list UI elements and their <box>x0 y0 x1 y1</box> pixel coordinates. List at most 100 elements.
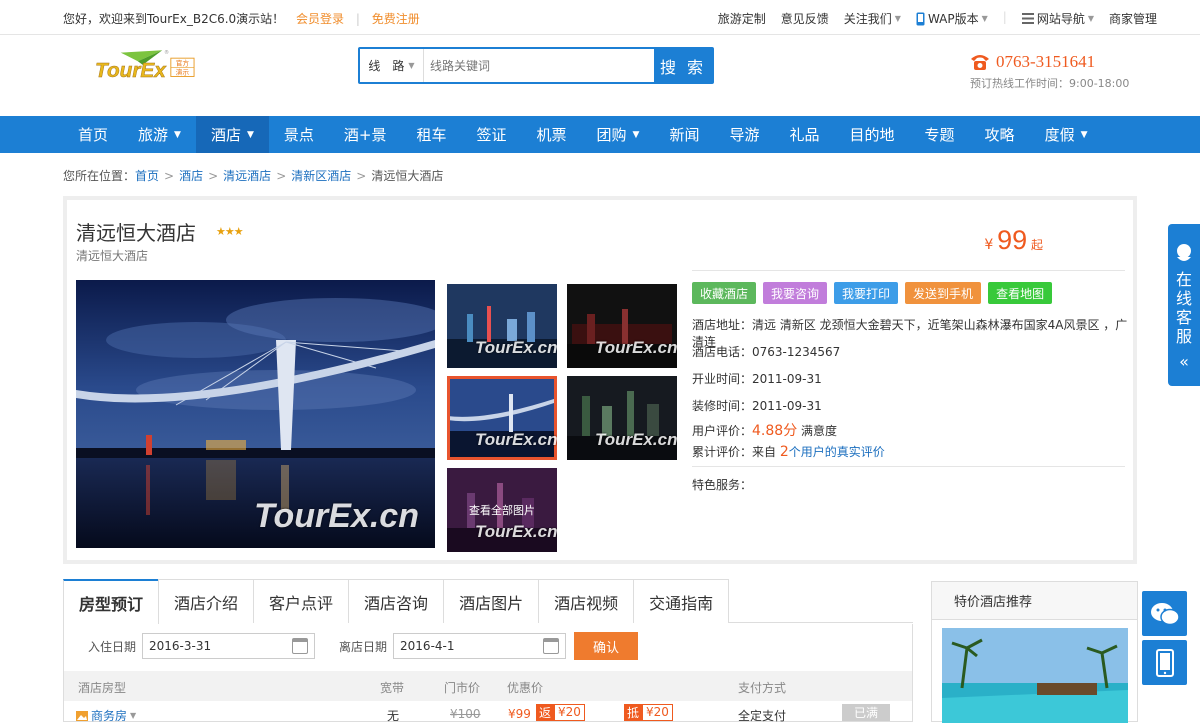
tab[interactable]: 酒店介绍 <box>158 579 255 623</box>
svg-text:®: ® <box>164 49 169 56</box>
watermark: TourEx.cn <box>475 522 557 541</box>
top-link-merchant[interactable]: 商家管理 <box>1109 10 1157 27</box>
nav-item[interactable]: 团购 ▼ <box>582 116 655 153</box>
nav-item[interactable]: 签证 <box>462 116 522 153</box>
action-button[interactable]: 发送到手机 <box>905 282 982 304</box>
nav-item-label: 目的地 <box>849 126 895 144</box>
nav-item[interactable]: 专题 <box>910 116 970 153</box>
headset-icon <box>1177 244 1191 261</box>
chevron-down-icon: ▼ <box>246 129 254 140</box>
nav-item[interactable]: 度假 ▼ <box>1030 116 1103 153</box>
tab[interactable]: 客户点评 <box>253 579 350 623</box>
broadband-value: 无 <box>387 709 400 723</box>
full-button[interactable]: 已满 <box>842 704 891 721</box>
col-payment: 支付方式 <box>738 681 787 695</box>
action-button[interactable]: 我要打印 <box>834 282 899 304</box>
nav-item-label: 攻略 <box>984 126 1015 144</box>
top-link-custom-tour[interactable]: 旅游定制 <box>718 10 766 27</box>
reviews-label: 累计评价：来自 <box>692 445 780 459</box>
special-hotels-title: 特价酒店推荐 <box>932 582 1137 620</box>
nav-item[interactable]: 旅游 ▼ <box>123 116 196 153</box>
top-link-feedback[interactable]: 意见反馈 <box>781 10 829 27</box>
tab[interactable]: 酒店图片 <box>443 579 540 623</box>
rating-label: 用户评价： <box>692 424 753 438</box>
main-nav: 首页 旅游 ▼ 酒店 ▼ 景点 酒+景 租车 签证 机票 团购 ▼ 新闻 导游 礼品 目的地 专题 攻略 度假 ▼ <box>0 116 1200 153</box>
mobile-icon <box>916 12 925 25</box>
checkout-date-input[interactable]: 2016-4-1 <box>393 633 567 659</box>
online-service-button[interactable]: 在线客服 « <box>1168 224 1200 386</box>
photo-thumbnail[interactable]: TourEx.cn <box>567 284 677 368</box>
action-buttons: 收藏酒店 我要咨询 我要打印 发送到手机 查看地图 <box>692 282 1053 304</box>
watermark: TourEx.cn <box>475 338 557 357</box>
nav-item[interactable]: 新闻 <box>654 116 714 153</box>
top-link-follow[interactable]: 关注我们 ▼ <box>844 10 901 27</box>
search-input[interactable] <box>424 49 654 82</box>
tab[interactable]: 房型预订 <box>63 579 160 624</box>
hotel-renovation-time: 装修时间：2011-09-31 <box>692 399 822 413</box>
nav-item[interactable]: 礼品 <box>775 116 835 153</box>
chevron-down-icon: ▼ <box>174 129 181 140</box>
nav-item[interactable]: 景点 <box>269 116 329 153</box>
calendar-icon <box>292 638 309 654</box>
nav-item[interactable]: 目的地 <box>835 116 910 153</box>
nav-item[interactable]: 酒店 ▼ <box>195 116 269 153</box>
online-service-label: 在线客服 <box>1176 270 1193 346</box>
wechat-button[interactable] <box>1142 591 1187 636</box>
breadcrumb-item[interactable]: 首页 <box>135 169 159 183</box>
hotel-phone: 酒店电话：0763-1234567 <box>692 345 841 359</box>
breadcrumb-item[interactable]: 清远酒店 <box>223 169 271 183</box>
special-hotel-photo[interactable] <box>942 628 1128 723</box>
nav-item-label: 旅游 <box>138 126 169 144</box>
nav-item[interactable]: 首页 <box>63 116 123 153</box>
room-type-name: 商务房 <box>91 709 128 723</box>
top-link-sitemap[interactable]: 网站导航 ▼ <box>1021 10 1094 27</box>
col-list-price: 门市价 <box>444 681 481 695</box>
top-link-wap[interactable]: WAP版本 ▼ <box>916 10 988 27</box>
nav-item-label: 景点 <box>283 126 314 144</box>
action-button[interactable]: 我要咨询 <box>763 282 828 304</box>
logo[interactable]: TourEx 官方 演示 ® <box>62 49 232 104</box>
photo-thumbnail[interactable]: TourEx.cn <box>447 284 557 368</box>
photo-thumbnail-selected[interactable]: TourEx.cn <box>447 376 557 460</box>
photo-thumbnail[interactable]: TourEx.cn <box>567 376 677 460</box>
rating-value: 4.88分 <box>752 423 798 439</box>
search-button[interactable]: 搜 索 <box>654 49 712 82</box>
booking-panel: 入住日期 2016-3-31 离店日期 2016-4-1 确认 酒店房型 宽带 … <box>63 624 913 724</box>
resort-photo <box>942 628 1128 723</box>
tab[interactable]: 酒店视频 <box>538 579 635 623</box>
search-category-select[interactable]: 线 路 ▼ <box>360 49 424 82</box>
price-suffix: 起 <box>1030 238 1043 252</box>
nav-item[interactable]: 租车 <box>401 116 461 153</box>
breadcrumb-item[interactable]: 清新区酒店 <box>291 169 351 183</box>
action-button[interactable]: 收藏酒店 <box>692 282 757 304</box>
image-icon <box>76 710 88 721</box>
view-all-photos-button[interactable]: 查看全部图片 TourEx.cn <box>447 468 557 552</box>
checkin-date-input[interactable]: 2016-3-31 <box>142 633 316 659</box>
tab[interactable]: 交通指南 <box>633 579 730 623</box>
tab[interactable]: 酒店咨询 <box>348 579 445 623</box>
chevron-down-icon: ▼ <box>894 14 901 23</box>
mobile-button[interactable] <box>1142 640 1187 685</box>
nav-item[interactable]: 攻略 <box>970 116 1030 153</box>
nav-item[interactable]: 机票 <box>522 116 582 153</box>
room-type-link[interactable]: 商务房 ▼ <box>76 707 136 724</box>
reviews-count-link[interactable]: 2 <box>780 444 789 460</box>
confirm-button[interactable]: 确认 <box>574 632 639 660</box>
hotel-main-photo[interactable]: TourEx.cn <box>76 280 435 548</box>
chevron-down-icon: ▼ <box>1080 129 1088 140</box>
nav-item[interactable]: 酒+景 <box>329 116 402 153</box>
checkout-label: 离店日期 <box>339 639 388 654</box>
reviews-link[interactable]: 个用户的真实评价 <box>789 445 885 459</box>
nav-item-label: 度假 <box>1044 126 1075 144</box>
action-button[interactable]: 查看地图 <box>988 282 1053 304</box>
login-link[interactable]: 会员登录 <box>296 12 344 26</box>
search-bar: 线 路 ▼ 搜 索 <box>358 47 714 84</box>
nav-item[interactable]: 导游 <box>714 116 774 153</box>
list-price-value: ¥100 <box>450 707 481 721</box>
calendar-icon <box>543 638 560 654</box>
top-link-label: 旅游定制 <box>717 12 766 26</box>
divider <box>692 270 1125 271</box>
rating-suffix: 满意度 <box>797 424 838 438</box>
breadcrumb-item[interactable]: 酒店 <box>179 169 203 183</box>
register-link[interactable]: 免费注册 <box>372 12 420 26</box>
